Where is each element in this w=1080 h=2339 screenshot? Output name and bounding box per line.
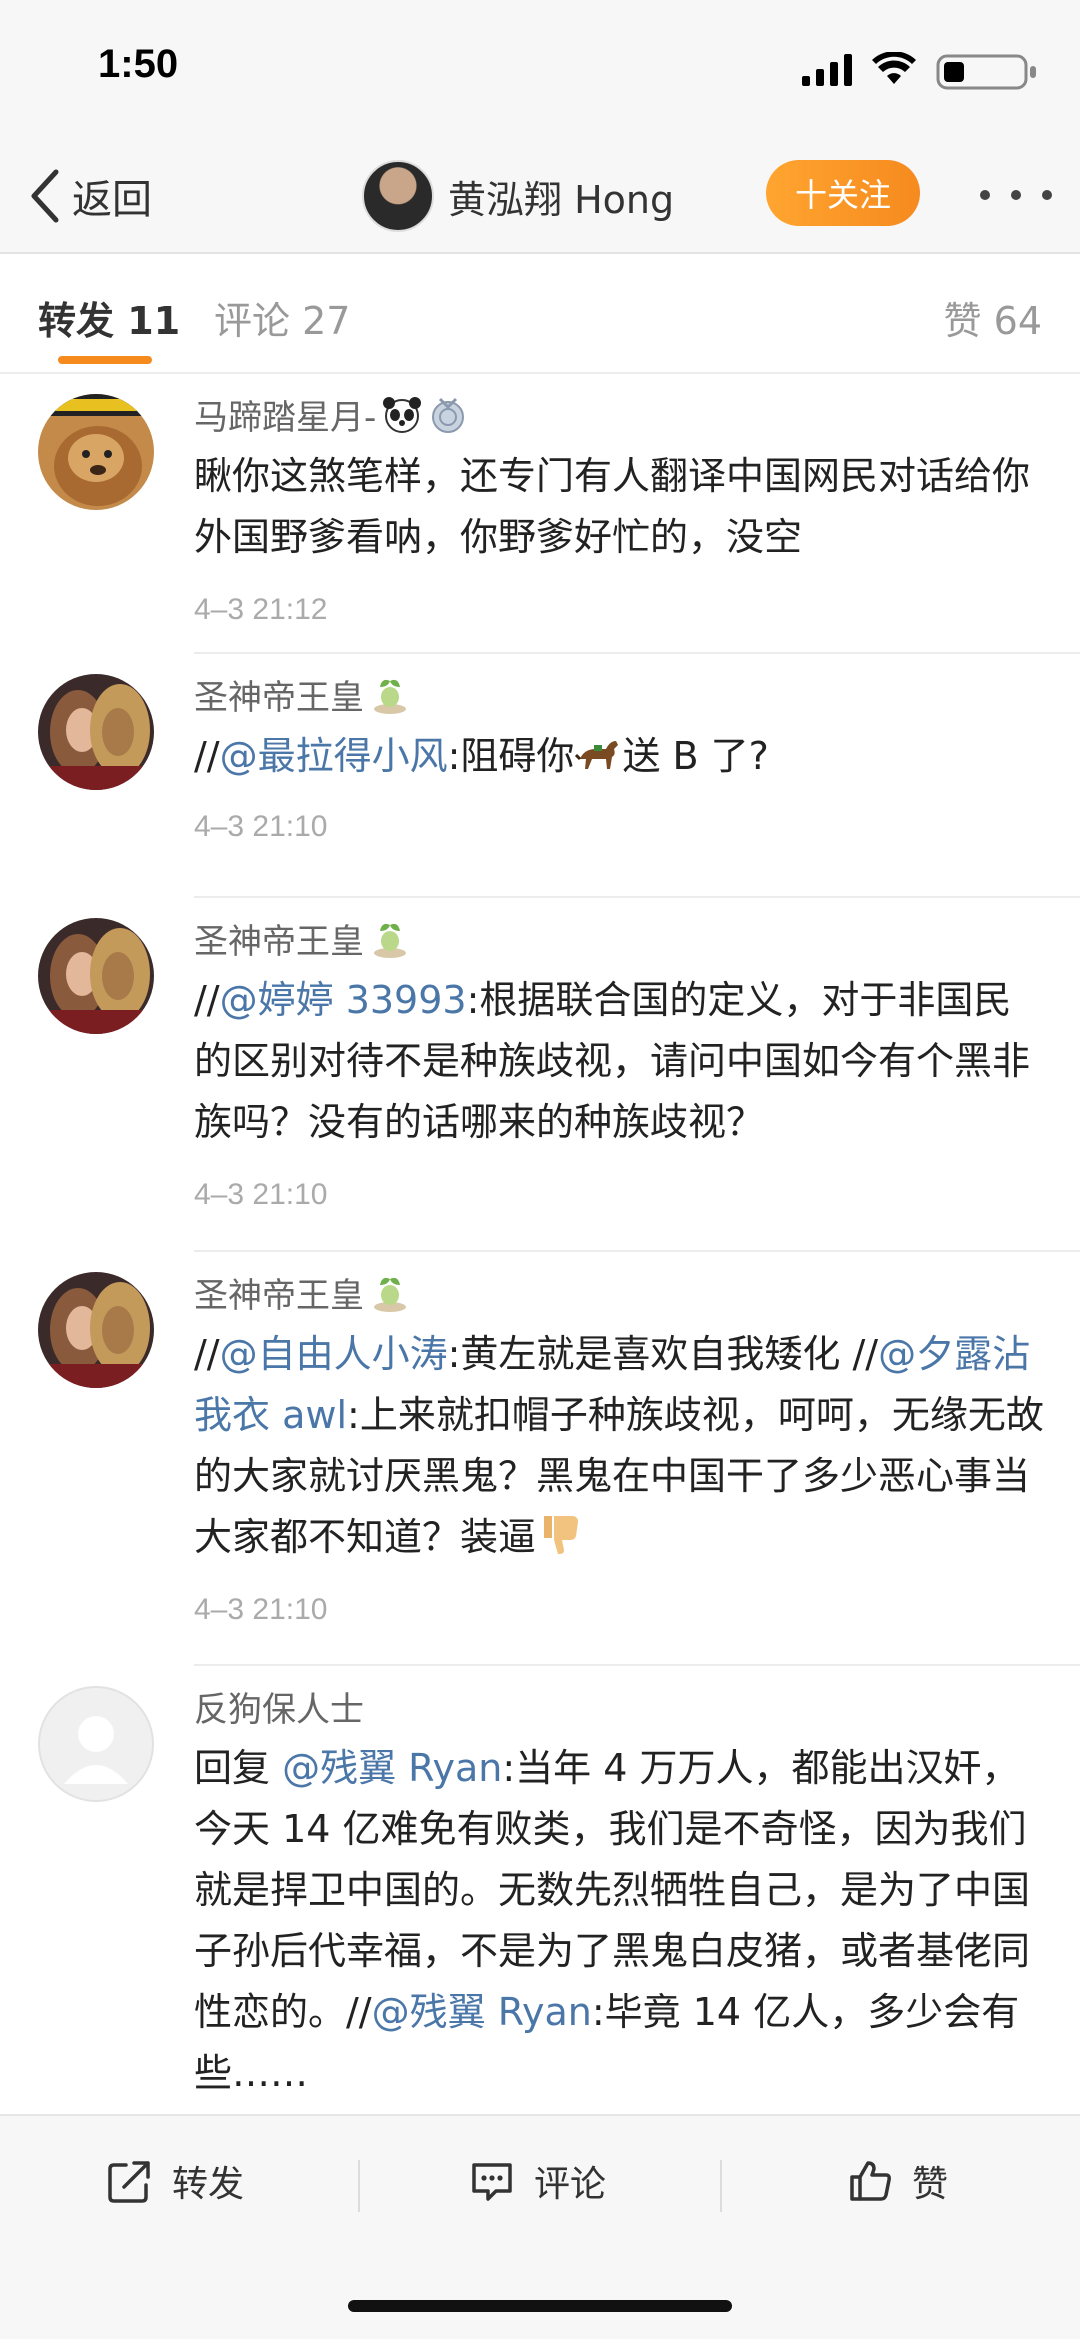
- couple-avatar-image: [38, 1272, 154, 1388]
- nav-user[interactable]: 黄泓翔 Hong: [362, 158, 674, 234]
- action-label: 赞: [912, 2164, 949, 2205]
- thumbs-down-emoji: [544, 1516, 579, 1554]
- more-options-icon[interactable]: [980, 170, 1052, 220]
- comment-username[interactable]: 马蹄踏星月-: [194, 398, 376, 438]
- avatar[interactable]: [38, 674, 154, 790]
- avatar[interactable]: [38, 918, 154, 1034]
- comment-body: 反狗保人士 回复 @残翼 Ryan:当年 4 万万人，都能出汉奸，今天 14 亿…: [194, 1686, 1044, 2104]
- mention-link[interactable]: @残翼 Ryan: [282, 1746, 502, 1790]
- comment-user-row: 圣神帝王皇: [194, 1272, 1044, 1320]
- comment-text: //@婷婷 33993:根据联合国的定义，对于非国民的区别对待不是种族歧视，请问…: [194, 970, 1044, 1153]
- comment-user-row: 圣神帝王皇: [194, 674, 1044, 722]
- horse-emoji: [575, 741, 619, 769]
- couple-avatar-image: [38, 918, 154, 1034]
- comment-button[interactable]: 评论: [468, 2146, 606, 2216]
- repost-prefix: //: [194, 1332, 220, 1376]
- tab-reposts-label: 转发: [38, 299, 115, 343]
- comment-username[interactable]: 圣神帝王皇: [194, 1276, 364, 1316]
- tab-comments[interactable]: 评论 27: [214, 290, 350, 345]
- comment-time: 4–3 21:12: [194, 593, 328, 626]
- share-icon: [108, 2161, 150, 2203]
- comment-username[interactable]: 圣神帝王皇: [194, 922, 364, 962]
- repost-prefix: //: [194, 978, 220, 1022]
- comment-body: 马蹄踏星月- 瞅你这煞笔样，还专门有人翻译中国网民对话给你外国野爹看呐，你野爹好…: [194, 394, 1044, 630]
- comment-username[interactable]: 反狗保人士: [194, 1686, 1044, 1734]
- tab-reposts[interactable]: 转发 11: [38, 290, 180, 345]
- tab-likes-count: 64: [993, 299, 1042, 343]
- home-indicator: [348, 2300, 732, 2312]
- comment-user-row: 圣神帝王皇: [194, 918, 1044, 966]
- like-button[interactable]: 赞: [846, 2146, 948, 2216]
- signal-icon: [802, 54, 852, 86]
- comment-time: 4–3 21:10: [194, 1593, 328, 1626]
- comment-user-row: 马蹄踏星月-: [194, 394, 1044, 442]
- avatar[interactable]: [362, 160, 434, 232]
- medal-icon: [432, 397, 465, 433]
- divider: [720, 2160, 722, 2212]
- comment-icon: [472, 2163, 512, 2201]
- panda-icon: [383, 397, 422, 433]
- comment-text: //@最拉得小风:阻碍你 送 B 了?: [194, 726, 1044, 787]
- divider: [358, 2160, 360, 2212]
- tab-reposts-count: 11: [127, 299, 181, 343]
- status-time: 1:50: [98, 42, 179, 86]
- list-item[interactable]: 马蹄踏星月- 瞅你这煞笔样，还专门有人翻译中国网民对话给你外国野爹看呐，你野爹好…: [0, 374, 1080, 654]
- nav-user-name: 黄泓翔 Hong: [448, 177, 675, 222]
- tabs-bar: 转发 11 评论 27 赞 64: [0, 254, 1080, 374]
- plant-badge-icon: [374, 679, 406, 714]
- tab-likes[interactable]: 赞 64: [944, 290, 1042, 345]
- mention-link[interactable]: @自由人小涛: [220, 1332, 448, 1376]
- reply-prefix: 回复: [194, 1746, 283, 1790]
- default-user-icon: [64, 1716, 128, 1784]
- chevron-left-icon: [31, 169, 59, 223]
- comment-body: 圣神帝王皇 //@最拉得小风:阻碍你 送 B 了? 4–3 21:10: [194, 674, 1044, 847]
- action-label: 评论: [534, 2164, 607, 2205]
- comment-time: 4–3 21:10: [194, 1178, 328, 1211]
- comment-username[interactable]: 圣神帝王皇: [194, 678, 364, 718]
- comment-text: 回复 @残翼 Ryan:当年 4 万万人，都能出汉奸，今天 14 亿难免有败类，…: [194, 1738, 1044, 2104]
- comment-text: //@自由人小涛:黄左就是喜欢自我矮化 //@夕露沾我衣 awl:上来就扣帽子种…: [194, 1324, 1044, 1568]
- dog-avatar-image: [38, 394, 154, 510]
- bottom-action-bar: 转发 评论 赞: [0, 2114, 1080, 2339]
- thumbs-up-icon: [850, 2161, 891, 2201]
- comment-text-part: 送 B 了?: [622, 734, 769, 778]
- tab-comments-count: 27: [302, 299, 351, 343]
- tab-comments-label: 评论: [214, 299, 291, 343]
- avatar[interactable]: [38, 1272, 154, 1388]
- avatar[interactable]: [38, 394, 154, 510]
- back-button[interactable]: 返回: [28, 160, 152, 232]
- repost-prefix: //: [194, 734, 220, 778]
- plant-badge-icon: [374, 923, 406, 958]
- comment-text: 瞅你这煞笔样，还专门有人翻译中国网民对话给你外国野爹看呐，你野爹好忙的，没空: [194, 454, 1031, 559]
- follow-button[interactable]: 十关注: [766, 160, 920, 226]
- battery-icon: [936, 54, 1036, 90]
- comment-body: 圣神帝王皇 //@自由人小涛:黄左就是喜欢自我矮化 //@夕露沾我衣 awl:上…: [194, 1272, 1044, 1630]
- action-label: 转发: [172, 2164, 245, 2205]
- comment-text-part: :阻碍你: [447, 734, 575, 778]
- tab-active-indicator: [58, 356, 152, 364]
- comment-text-part: :黄左就是喜欢自我矮化 //: [447, 1332, 879, 1376]
- back-label: 返回: [72, 177, 152, 223]
- tab-likes-label: 赞: [943, 299, 982, 343]
- mention-link[interactable]: @婷婷 33993: [220, 978, 467, 1022]
- wifi-icon: [872, 52, 916, 84]
- comment-body: 圣神帝王皇 //@婷婷 33993:根据联合国的定义，对于非国民的区别对待不是种…: [194, 918, 1044, 1215]
- repost-button[interactable]: 转发: [106, 2146, 244, 2216]
- status-icons: [740, 50, 1040, 90]
- status-bar: 1:50: [0, 0, 1080, 140]
- list-item[interactable]: 圣神帝王皇 //@婷婷 33993:根据联合国的定义，对于非国民的区别对待不是种…: [0, 898, 1080, 1252]
- plant-badge-icon: [374, 1277, 406, 1312]
- list-item[interactable]: 圣神帝王皇 //@自由人小涛:黄左就是喜欢自我矮化 //@夕露沾我衣 awl:上…: [0, 1252, 1080, 1666]
- avatar[interactable]: [38, 1686, 154, 1802]
- mention-link[interactable]: @残翼 Ryan: [372, 1990, 592, 2034]
- couple-avatar-image: [38, 674, 154, 790]
- comment-time: 4–3 21:10: [194, 810, 328, 843]
- list-item[interactable]: 反狗保人士 回复 @残翼 Ryan:当年 4 万万人，都能出汉奸，今天 14 亿…: [0, 1666, 1080, 2114]
- repost-list[interactable]: 马蹄踏星月- 瞅你这煞笔样，还专门有人翻译中国网民对话给你外国野爹看呐，你野爹好…: [0, 374, 1080, 2114]
- mention-link[interactable]: @最拉得小风: [220, 734, 448, 778]
- list-item[interactable]: 圣神帝王皇 //@最拉得小风:阻碍你 送 B 了? 4–3 21:10: [0, 654, 1080, 898]
- nav-bar: 返回 黄泓翔 Hong 十关注: [0, 140, 1080, 254]
